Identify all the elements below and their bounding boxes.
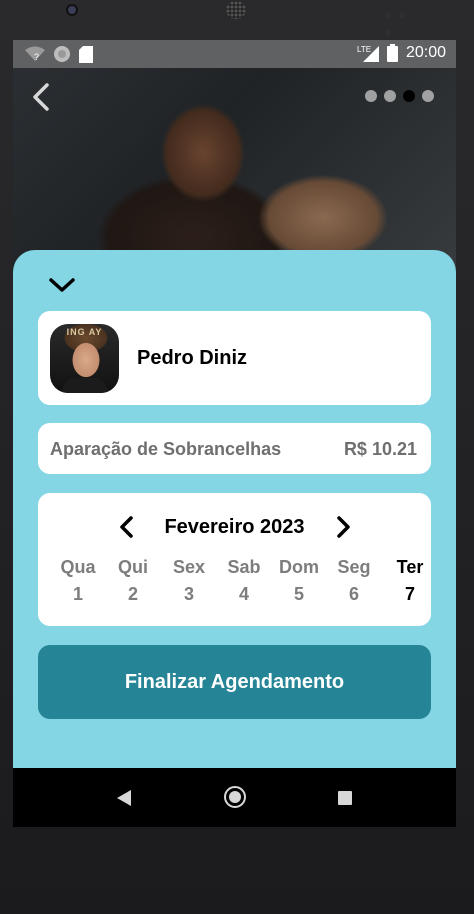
collapse-sheet-button[interactable] xyxy=(47,274,77,296)
earpiece-speaker xyxy=(226,1,246,19)
chevron-left-icon xyxy=(120,516,133,538)
day-item[interactable]: Dom 5 xyxy=(271,557,327,605)
carousel-dot[interactable] xyxy=(365,90,377,102)
day-item[interactable]: Qui 2 xyxy=(105,557,161,605)
barber-name: Pedro Diniz xyxy=(137,347,248,369)
screen: ? LTE 20:00 ING AY Pedro Diniz Aparação … xyxy=(13,40,456,827)
network-label: LTE xyxy=(357,45,371,54)
wifi-icon: ? xyxy=(25,46,45,62)
nav-back-icon[interactable] xyxy=(116,789,132,807)
android-nav-bar xyxy=(13,768,456,827)
day-name: Ter xyxy=(396,557,424,577)
front-camera xyxy=(66,4,78,16)
carousel-dot[interactable] xyxy=(384,90,396,102)
svg-text:?: ? xyxy=(34,52,39,62)
day-date: 4 xyxy=(238,584,249,604)
date-picker: Fevereiro 2023 Qua 1 Qui 2 Sex 3 Sab 4 Dom 5 … xyxy=(38,493,431,626)
day-item[interactable]: Seg 6 xyxy=(326,557,382,605)
previous-month-button[interactable] xyxy=(118,515,136,539)
finalize-booking-button[interactable]: Finalizar Agendamento xyxy=(38,645,431,719)
day-date: 5 xyxy=(293,584,304,604)
day-strip: Qua 1 Qui 2 Sex 3 Sab 4 Dom 5 Seg 6 Ter 7 xyxy=(38,557,431,607)
next-month-button[interactable] xyxy=(334,515,352,539)
calendar-month-label: Fevereiro 2023 xyxy=(164,516,305,538)
day-name: Qui xyxy=(118,557,148,577)
chevron-down-icon xyxy=(49,278,75,292)
avatar-banner-text: ING AY xyxy=(66,327,103,337)
phone-frame: ? LTE 20:00 ING AY Pedro Diniz Aparação … xyxy=(0,0,474,914)
day-name: Sab xyxy=(227,557,261,577)
day-date: 3 xyxy=(183,584,194,604)
sd-card-icon xyxy=(79,45,93,63)
chevron-left-icon xyxy=(33,83,49,111)
status-bar: ? LTE 20:00 xyxy=(13,40,456,68)
day-item[interactable]: Sex 3 xyxy=(161,557,217,605)
sync-icon xyxy=(54,46,70,62)
battery-icon xyxy=(386,44,398,62)
service-price: R$ 10.21 xyxy=(343,439,417,459)
barber-avatar: ING AY xyxy=(50,324,119,393)
chevron-right-icon xyxy=(337,516,350,538)
day-name: Dom xyxy=(279,557,319,577)
sensors xyxy=(385,5,425,36)
day-item-selected[interactable]: Ter 7 xyxy=(382,557,431,605)
day-name: Sex xyxy=(172,557,206,577)
nav-recents-icon[interactable] xyxy=(338,791,352,805)
day-date: 6 xyxy=(348,584,359,604)
carousel-dot[interactable] xyxy=(422,90,434,102)
day-name: Seg xyxy=(337,557,371,577)
barber-card[interactable]: ING AY Pedro Diniz xyxy=(38,311,431,405)
service-card[interactable]: Aparação de Sobrancelhas R$ 10.21 xyxy=(38,423,431,474)
day-date: 2 xyxy=(127,584,138,604)
day-date: 1 xyxy=(72,584,83,604)
status-time: 20:00 xyxy=(405,44,446,61)
day-item[interactable]: Sab 4 xyxy=(216,557,272,605)
carousel-dot-active[interactable] xyxy=(403,90,415,102)
day-item[interactable]: Qua 1 xyxy=(50,557,106,605)
signal-icon: LTE xyxy=(357,45,379,62)
service-name: Aparação de Sobrancelhas xyxy=(50,439,282,459)
carousel-indicator xyxy=(365,90,434,102)
day-date: 7 xyxy=(404,584,415,604)
hero-image xyxy=(13,68,456,268)
back-button[interactable] xyxy=(29,82,53,112)
nav-home-icon[interactable] xyxy=(224,786,246,808)
day-name: Qua xyxy=(60,557,96,577)
booking-sheet: ING AY Pedro Diniz Aparação de Sobrancel… xyxy=(13,250,456,770)
